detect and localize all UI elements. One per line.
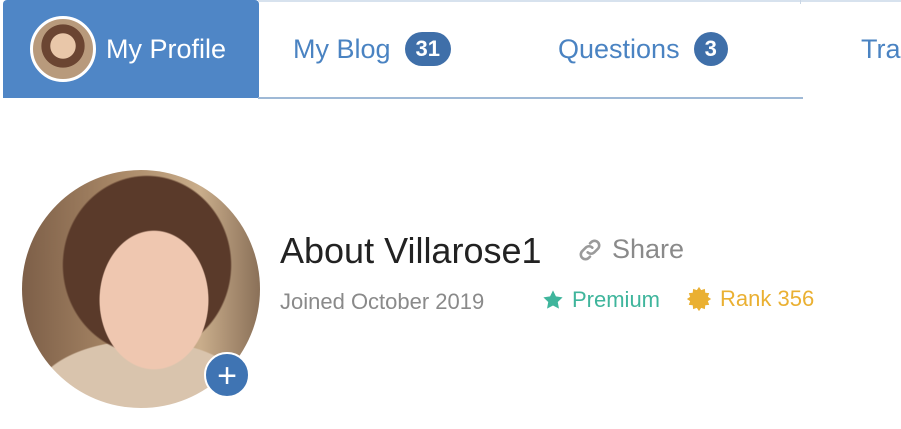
tab-my-profile[interactable]: My Profile <box>3 0 259 98</box>
tab-my-blog[interactable]: My Blog 31 <box>293 0 452 98</box>
premium-status: Premium <box>542 287 660 313</box>
blog-count-badge: 31 <box>404 32 452 66</box>
joined-date: Joined October 2019 <box>280 289 485 314</box>
tab-bar-top-border <box>258 0 901 2</box>
avatar <box>30 16 96 82</box>
tab-questions[interactable]: Questions 3 <box>558 0 728 98</box>
add-photo-button[interactable]: + <box>204 352 250 398</box>
tab-my-profile-label: My Profile <box>106 33 227 64</box>
tab-truncated[interactable]: Tra <box>861 0 901 98</box>
share-label: Share <box>612 234 685 264</box>
page-title: About Villarose1 <box>280 230 542 271</box>
profile-tab-bar: My Profile My Blog 31 Questions 3 Tra <box>3 0 901 98</box>
tab-truncated-label: Tra <box>861 33 901 64</box>
share-button[interactable]: Share <box>576 234 684 265</box>
rank-badge-icon <box>686 286 712 312</box>
plus-icon: + <box>217 357 237 395</box>
tab-questions-label: Questions <box>558 33 680 64</box>
tab-divider <box>800 0 801 4</box>
tab-bar-bottom-border <box>258 97 803 99</box>
rank-label: Rank 356 <box>720 286 815 311</box>
tab-my-blog-label: My Blog <box>293 33 391 64</box>
star-icon <box>543 290 563 309</box>
questions-count-badge: 3 <box>693 32 728 66</box>
premium-label: Premium <box>572 287 661 312</box>
link-icon <box>579 239 601 260</box>
rank-status: Rank 356 <box>686 286 814 312</box>
